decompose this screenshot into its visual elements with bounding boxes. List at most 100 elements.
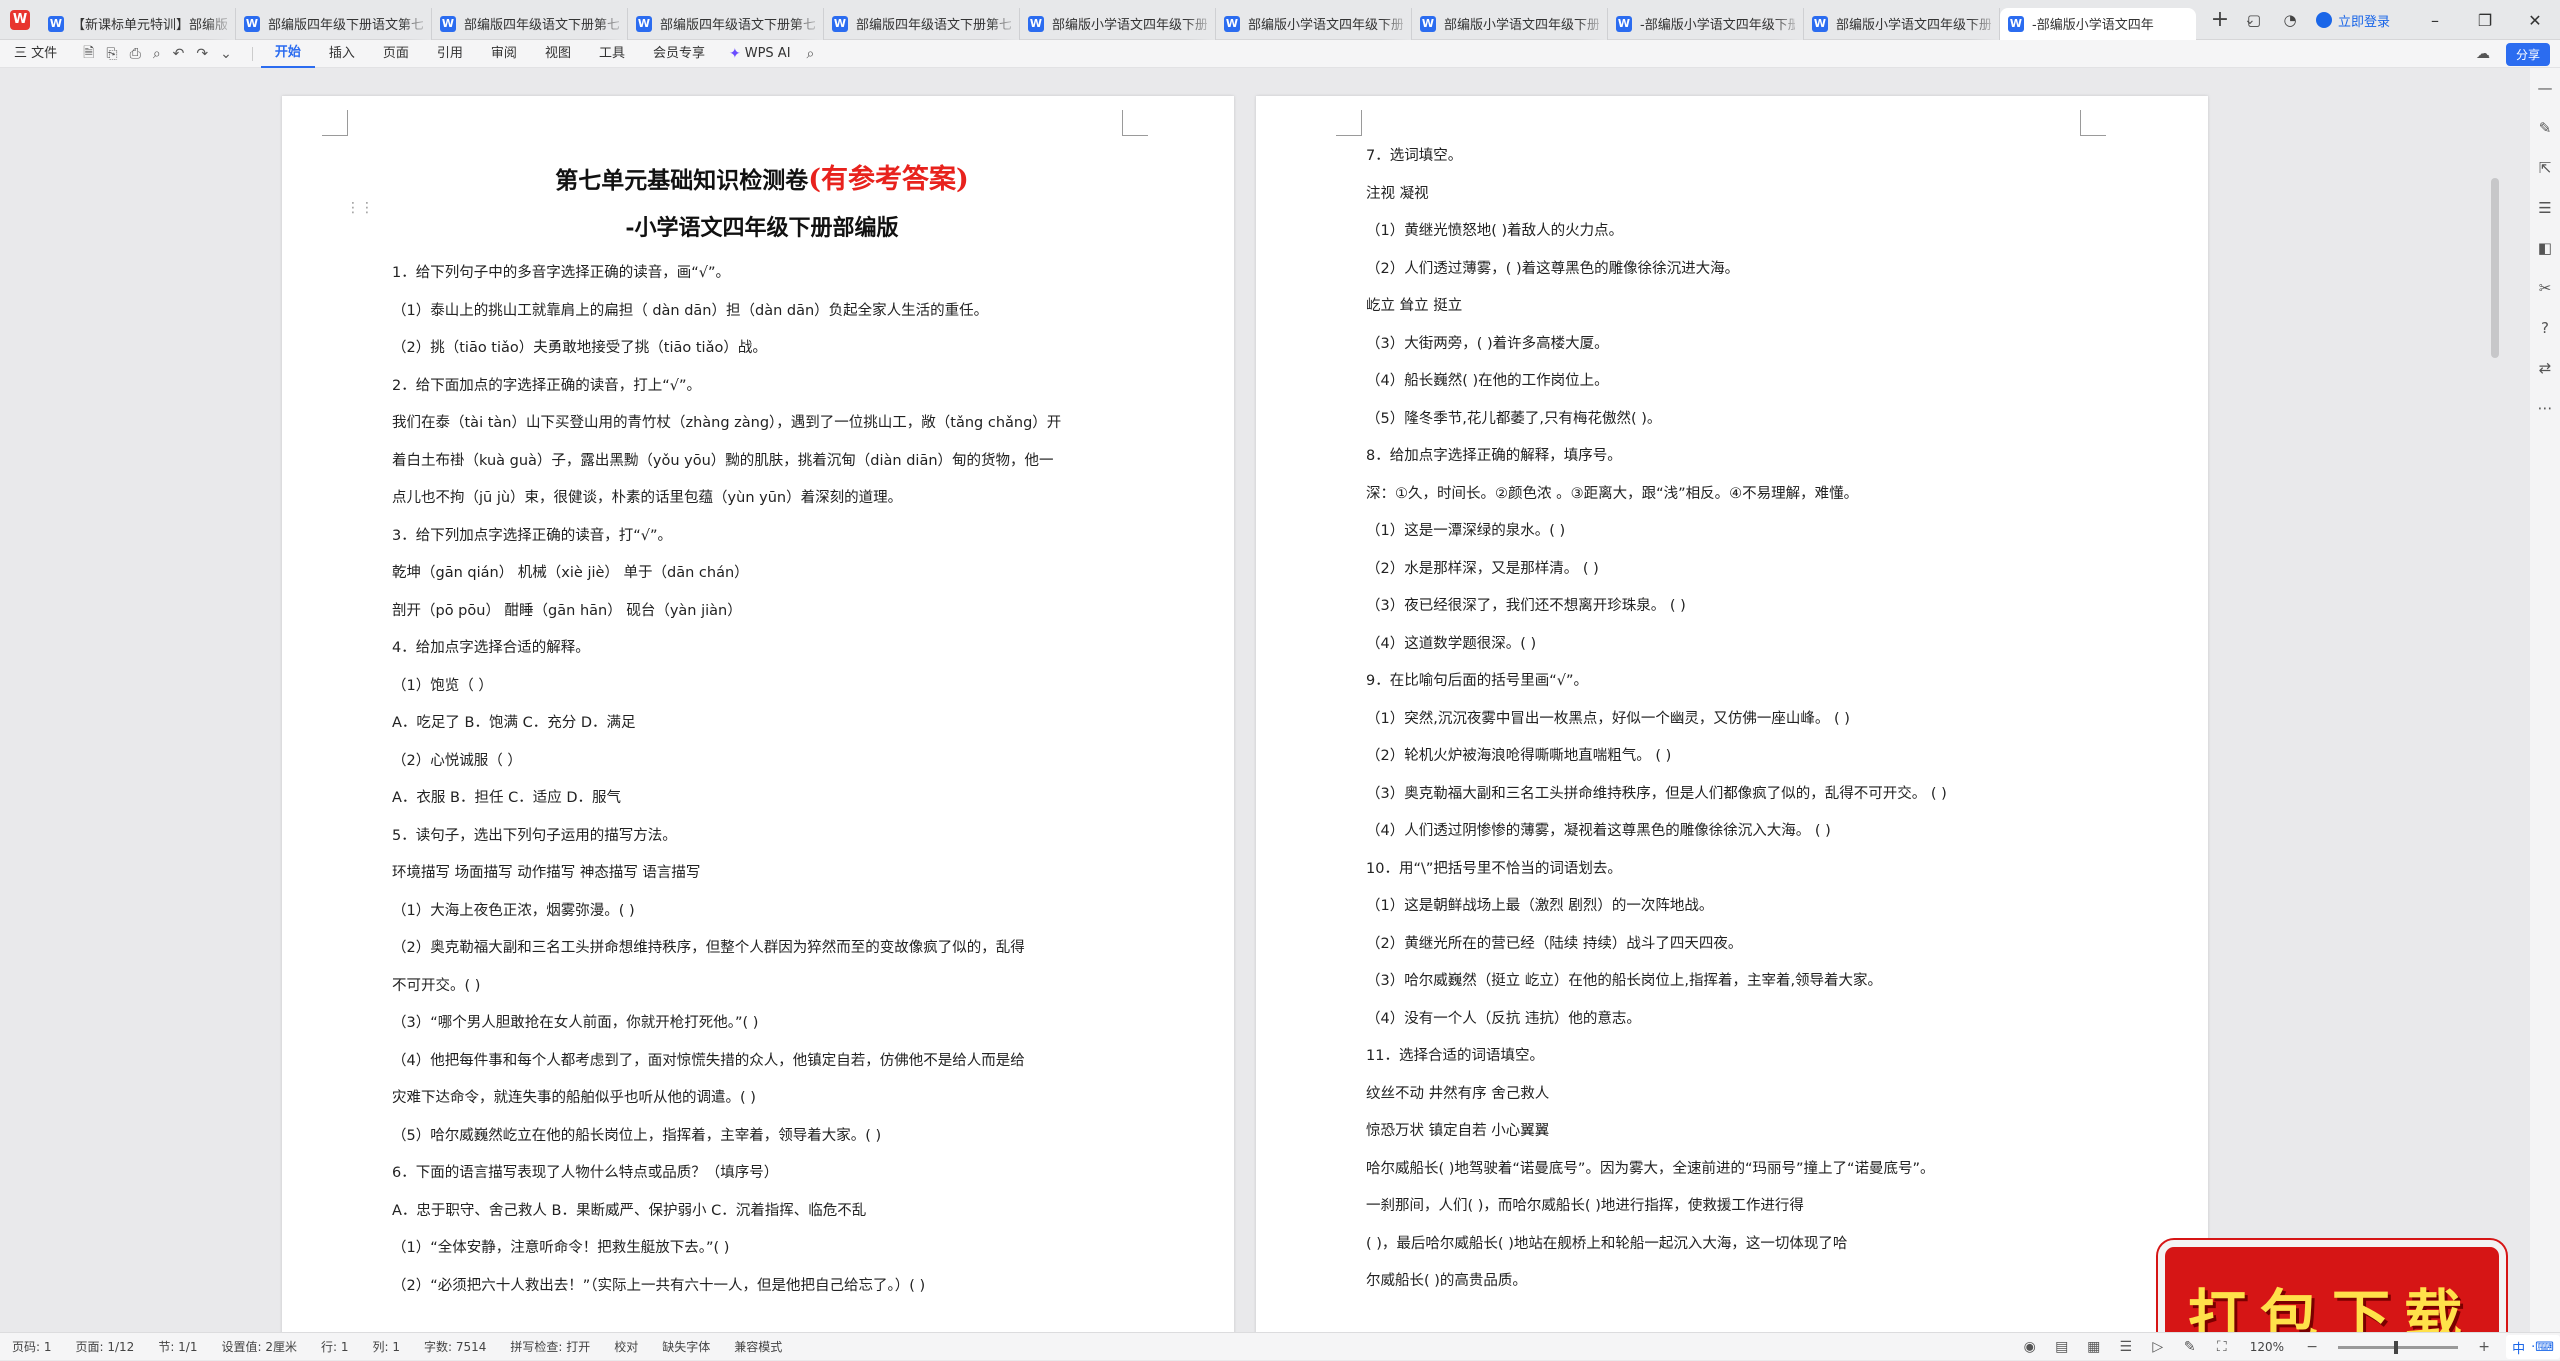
web-view-icon[interactable]: ▦ xyxy=(2078,1339,2110,1355)
window-layout-icon[interactable]: ▢ xyxy=(2236,11,2272,29)
document-page-1[interactable]: ⋮⋮ 第七单元基础知识检测卷(有参考答案) -小学语文四年级下册部编版 1．给下… xyxy=(282,96,1234,1332)
status-proof[interactable]: 校对 xyxy=(602,1338,650,1355)
page-1-lines: 1．给下列句子中的多音字选择正确的读音，画“√”。 （1）泰山上的挑山工就靠肩上的… xyxy=(392,255,1132,1305)
doc-line: （2）挑（tiāo tiǎo）夫勇敢地接受了挑（tiāo tiǎo）战。 xyxy=(392,340,767,356)
download-banner[interactable]: 打包下载 xyxy=(2158,1240,2506,1332)
doc-tab[interactable]: W 部编版小学语文四年级下册 xyxy=(1412,7,1608,40)
doc-tab[interactable]: W 部编版四年级语文下册第七单元 xyxy=(432,7,628,40)
doc-line: （4）这道数学题很深。( ) xyxy=(1366,635,1537,652)
page-1-content: 第七单元基础知识检测卷(有参考答案) -小学语文四年级下册部编版 1．给下列句子… xyxy=(392,152,1132,1305)
doc-tab[interactable]: W 【新课标单元特训】部编版 xyxy=(40,7,236,40)
doc-line: （1）黄继光愤怒地( )着敌人的火力点。 xyxy=(1366,223,1624,239)
doc-tab-label: 部编版小学语文四年级下册 xyxy=(1248,18,1403,33)
zoom-slider-thumb[interactable] xyxy=(2394,1340,2399,1354)
wps-ai-label: WPS AI xyxy=(744,46,791,61)
edit-icon[interactable]: ✎ xyxy=(2530,108,2560,148)
status-words[interactable]: 字数: 7514 xyxy=(412,1338,498,1355)
doc-tab[interactable]: W -部编版小学语文四年 xyxy=(2000,7,2196,40)
file-menu[interactable]: 三 文件 xyxy=(0,40,71,68)
pen-icon[interactable]: ✎ xyxy=(2174,1339,2206,1355)
minus-icon[interactable]: — xyxy=(2530,68,2560,108)
crop-mark xyxy=(2080,110,2106,136)
status-right: ◉ ▤ ▦ ☰ ▷ ✎ ⛶ 120% − + 中 ·⌨ xyxy=(2014,1333,2560,1361)
more-icon[interactable]: ⋯ xyxy=(2530,388,2560,428)
more-chevron-icon[interactable]: ⌄ xyxy=(220,46,232,62)
minimize-button[interactable]: – xyxy=(2410,11,2460,30)
page-view-icon[interactable]: ▤ xyxy=(2046,1339,2078,1355)
ime-indicator[interactable]: 中 ·⌨ xyxy=(2506,1335,2560,1359)
outline-icon[interactable]: ☰ xyxy=(2110,1339,2142,1355)
doc-line: 环境描写 场面描写 动作描写 神态描写 语言描写 xyxy=(392,865,701,881)
vertical-scrollbar[interactable] xyxy=(2491,178,2499,358)
ribbon-tab[interactable]: 开始 xyxy=(260,40,315,68)
translate-icon[interactable]: ⇄ xyxy=(2530,348,2560,388)
zoom-level[interactable]: 120% xyxy=(2238,1340,2296,1354)
wps-ai-button[interactable]: ✦ WPS AI xyxy=(719,46,801,62)
tools-icon[interactable]: ✂ xyxy=(2530,268,2560,308)
avatar-icon xyxy=(2315,12,2332,28)
status-section[interactable]: 节: 1/1 xyxy=(146,1338,209,1355)
doc-tab[interactable]: W 部编版四年级语文下册第七单元 xyxy=(824,7,1020,40)
ribbon-tab[interactable]: 引用 xyxy=(423,40,477,68)
doc-line: （1）突然,沉沉夜雾中冒出一枚黑点，好似一个幽灵，又仿佛一座山峰。 ( ) xyxy=(1366,710,1850,727)
eye-icon[interactable]: ◉ xyxy=(2014,1339,2046,1355)
ribbon-tab[interactable]: 审阅 xyxy=(477,40,531,68)
ribbon-tab[interactable]: 视图 xyxy=(531,40,585,68)
status-pages[interactable]: 页面: 1/12 xyxy=(64,1338,147,1355)
select-icon[interactable]: ⇱ xyxy=(2530,148,2560,188)
doc-tab-label: 部编版四年级语文下册第七单元 xyxy=(464,18,619,33)
doc-line: 点儿也不拘（jū jù）束，很健谈，朴素的话里包蕴（yùn yūn）着深刻的道理… xyxy=(392,490,903,506)
undo-icon[interactable]: ↶ xyxy=(173,46,185,62)
tune-icon[interactable]: ☰ xyxy=(2530,188,2560,228)
wps-logo-icon[interactable]: W xyxy=(0,0,40,40)
maximize-button[interactable]: ❐ xyxy=(2460,11,2510,30)
ribbon-tab[interactable]: 工具 xyxy=(585,40,639,68)
close-window-button[interactable]: ✕ xyxy=(2510,11,2560,30)
status-setting[interactable]: 设置值: 2厘米 xyxy=(209,1338,309,1355)
export-icon[interactable]: ⎘ xyxy=(106,46,117,62)
zoom-in-icon[interactable]: + xyxy=(2468,1339,2500,1355)
doc-tab[interactable]: W -部编版小学语文四年级下册 xyxy=(1608,7,1804,40)
share-button[interactable]: 分享 xyxy=(2505,42,2550,66)
doc-tab[interactable]: W 部编版小学语文四年级下册 xyxy=(1020,7,1216,40)
play-icon[interactable]: ▷ xyxy=(2142,1339,2174,1355)
help-icon[interactable]: ? xyxy=(2530,308,2560,348)
login-button[interactable]: 立即登录 xyxy=(2315,11,2390,30)
status-spell[interactable]: 拼写检查: 打开 xyxy=(498,1338,602,1355)
shape-icon[interactable]: ◧ xyxy=(2530,228,2560,268)
drag-handle-icon[interactable]: ⋮⋮ xyxy=(346,200,374,216)
doc-line: 2．给下面加点的字选择正确的读音，打上“√”。 xyxy=(392,377,701,394)
ribbon-tab[interactable]: 会员专享 xyxy=(639,40,719,68)
redo-icon[interactable]: ↷ xyxy=(196,46,208,62)
word-doc-icon: W xyxy=(1812,15,1828,32)
zoom-out-icon[interactable]: − xyxy=(2296,1339,2328,1355)
document-page-2[interactable]: 7．选词填空。 注视 凝视 （1）黄继光愤怒地( )着敌人的火力点。 （2）人们透过薄… xyxy=(1256,96,2208,1332)
doc-tab[interactable]: W 部编版小学语文四年级下册 xyxy=(1216,7,1412,40)
doc-tab[interactable]: W 部编版四年级语文下册第七单元 xyxy=(628,7,824,40)
doc-tab-label: 部编版小学语文四年级下册 xyxy=(1836,18,1991,33)
fit-icon[interactable]: ⛶ xyxy=(2206,1339,2238,1355)
status-page[interactable]: 页码: 1 xyxy=(0,1338,64,1355)
print-icon[interactable]: ⎙ xyxy=(130,46,141,62)
status-font-missing[interactable]: 缺失字体 xyxy=(650,1338,722,1355)
doc-line: （4）没有一个人（反抗 违抗）他的意志。 xyxy=(1366,1010,1641,1027)
skin-icon[interactable]: ◔ xyxy=(2272,11,2308,29)
page-2-lines: 7．选词填空。 注视 凝视 （1）黄继光愤怒地( )着敌人的火力点。 （2）人们透过薄… xyxy=(1366,138,2106,1301)
doc-tab[interactable]: W 部编版四年级下册语文第七单元 xyxy=(236,7,432,40)
document-canvas[interactable]: ⋮⋮ 第七单元基础知识检测卷(有参考答案) -小学语文四年级下册部编版 1．给下… xyxy=(0,68,2530,1332)
ribbon-tab[interactable]: 页面 xyxy=(369,40,423,68)
save-icon[interactable]: 🗎 xyxy=(83,42,94,66)
preview-icon[interactable]: ⌕ xyxy=(153,46,161,62)
divider xyxy=(251,46,253,61)
tab-fade xyxy=(205,7,235,40)
zoom-slider[interactable] xyxy=(2338,1340,2459,1354)
word-doc-icon: W xyxy=(48,15,64,32)
ribbon-tab[interactable]: 插入 xyxy=(315,40,369,68)
login-label: 立即登录 xyxy=(2337,14,2390,30)
doc-tab[interactable]: W 部编版小学语文四年级下册 xyxy=(1804,7,2000,40)
doc-line: 哈尔威船长( )地驾驶着“诺曼底号”。因为雾大，全速前进的“玛丽号”撞上了“诺曼… xyxy=(1366,1160,1935,1177)
cloud-icon[interactable]: ☁ xyxy=(2470,46,2496,62)
new-tab-button[interactable]: + xyxy=(2202,4,2238,36)
search-icon[interactable]: ⌕ xyxy=(801,46,821,62)
doc-line: 9．在比喻句后面的括号里画“√”。 xyxy=(1366,673,1588,689)
